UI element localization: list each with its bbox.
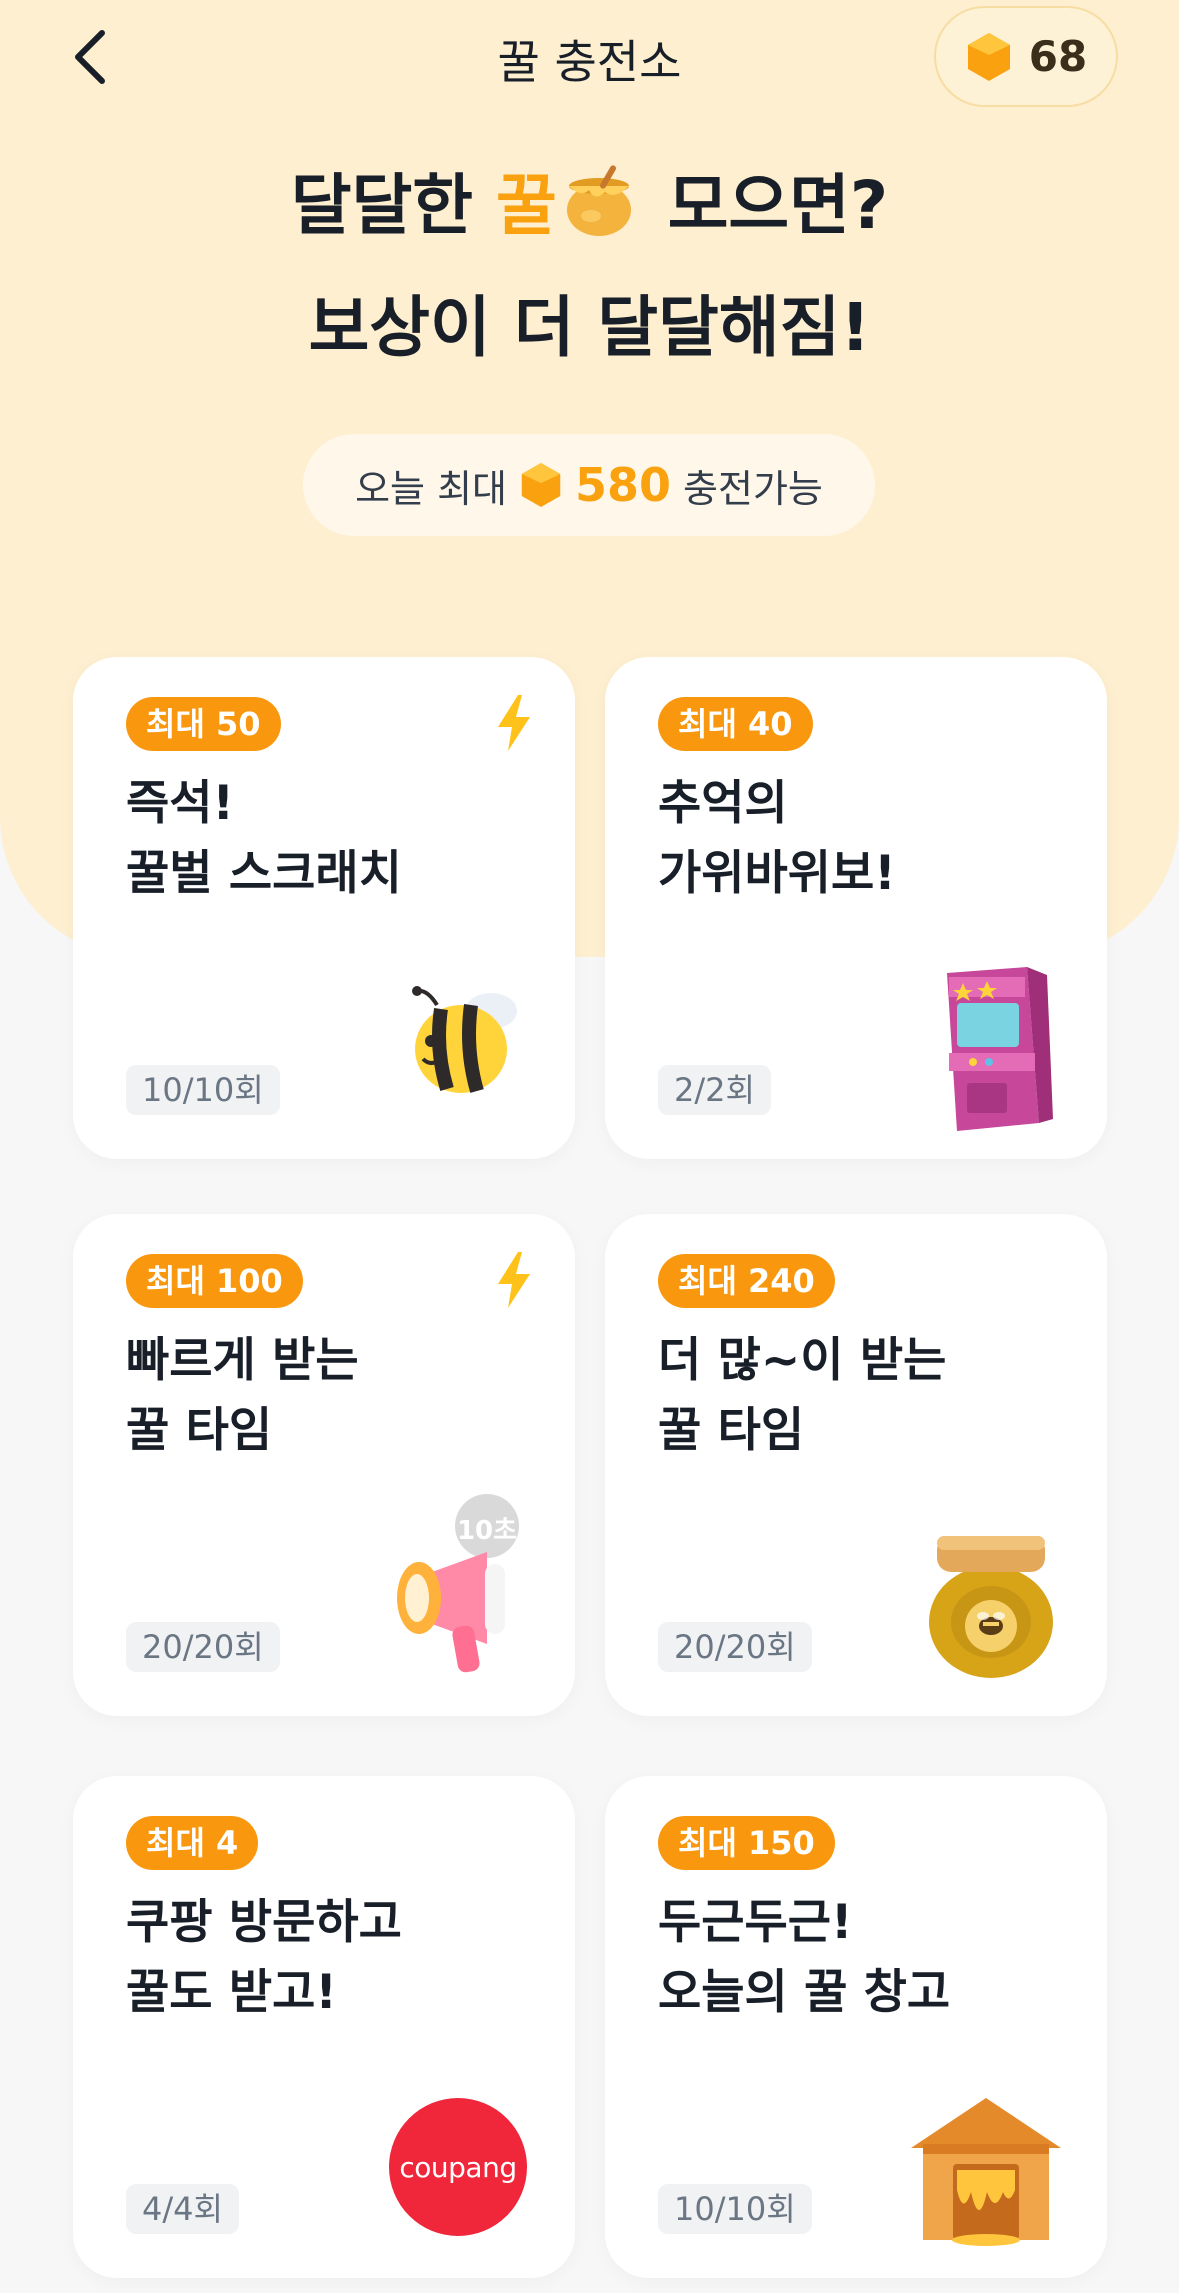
honey-jar-icon xyxy=(929,1536,1053,1678)
card-bee-scratch[interactable]: 최대 50 즉석! 꿀벌 스크래치 10/10회 xyxy=(73,657,575,1159)
arcade-machine-icon xyxy=(947,967,1053,1131)
headline-highlight: 꿀 xyxy=(495,167,557,244)
card-title: 즉석! 꿀벌 스크래치 xyxy=(126,776,402,901)
coupang-logo-text: coupang xyxy=(399,2150,517,2184)
card-rock-paper-scissors[interactable]: 최대 40 추억의 가위바위보! 2/2회 xyxy=(605,657,1107,1159)
attempt-count-chip: 2/2회 xyxy=(658,1065,771,1115)
card-title: 더 많~이 받는 꿀 타임 xyxy=(658,1333,947,1458)
headline-line-2: 보상이 더 달달해짐! xyxy=(308,289,871,366)
coin-balance-pill[interactable]: 68 xyxy=(934,6,1118,107)
honey-warehouse-icon xyxy=(911,2098,1061,2246)
lightning-icon xyxy=(498,1252,530,1308)
coin-balance-value: 68 xyxy=(1028,32,1088,81)
card-honey-warehouse[interactable]: 최대 150 두근두근! 오늘의 꿀 창고 10/10회 xyxy=(605,1776,1107,2278)
attempt-count-chip: 4/4회 xyxy=(126,2184,239,2234)
card-more-honey-time[interactable]: 최대 240 더 많~이 받는 꿀 타임 20/20회 xyxy=(605,1214,1107,1716)
megaphone-icon: 10초 xyxy=(391,1494,531,1679)
max-reward-badge: 최대 240 xyxy=(658,1254,835,1308)
max-reward-badge: 최대 50 xyxy=(126,697,281,751)
headline-line-1: 달달한 꿀 모으면? xyxy=(0,150,1179,272)
max-reward-badge: 최대 4 xyxy=(126,1816,259,1870)
honey-coin-icon xyxy=(521,463,561,507)
today-max-value: 580 xyxy=(575,458,672,512)
top-bar: 꿀 충전소 68 xyxy=(0,0,1179,120)
attempt-count-chip: 10/10회 xyxy=(126,1065,280,1115)
attempt-count-chip: 20/20회 xyxy=(658,1622,812,1672)
card-title: 쿠팡 방문하고 꿀도 받고! xyxy=(126,1895,402,2020)
honey-coin-icon xyxy=(967,32,1010,81)
max-reward-badge: 최대 40 xyxy=(658,697,813,751)
card-coupang-visit[interactable]: 최대 4 쿠팡 방문하고 꿀도 받고! 4/4회 coupang xyxy=(73,1776,575,2278)
today-max-pill: 오늘 최대 580 충전가능 xyxy=(303,434,875,536)
hero-headline: 달달한 꿀 모으면? 보상이 더 달달해짐! xyxy=(0,150,1179,384)
timer-label: 10초 xyxy=(456,1516,518,1546)
lightning-icon xyxy=(498,695,530,751)
honey-pot-icon xyxy=(561,160,637,272)
attempt-count-chip: 10/10회 xyxy=(658,2184,812,2234)
attempt-count-chip: 20/20회 xyxy=(126,1622,280,1672)
card-fast-honey-time[interactable]: 최대 100 빠르게 받는 꿀 타임 20/20회 10초 xyxy=(73,1214,575,1716)
card-title: 두근두근! 오늘의 꿀 창고 xyxy=(658,1895,951,2020)
card-title: 빠르게 받는 꿀 타임 xyxy=(126,1333,359,1458)
max-reward-badge: 최대 150 xyxy=(658,1816,835,1870)
card-title: 추억의 가위바위보! xyxy=(658,776,896,901)
bee-icon xyxy=(412,986,517,1093)
max-reward-badge: 최대 100 xyxy=(126,1254,303,1308)
coupang-logo: coupang xyxy=(389,2098,527,2236)
